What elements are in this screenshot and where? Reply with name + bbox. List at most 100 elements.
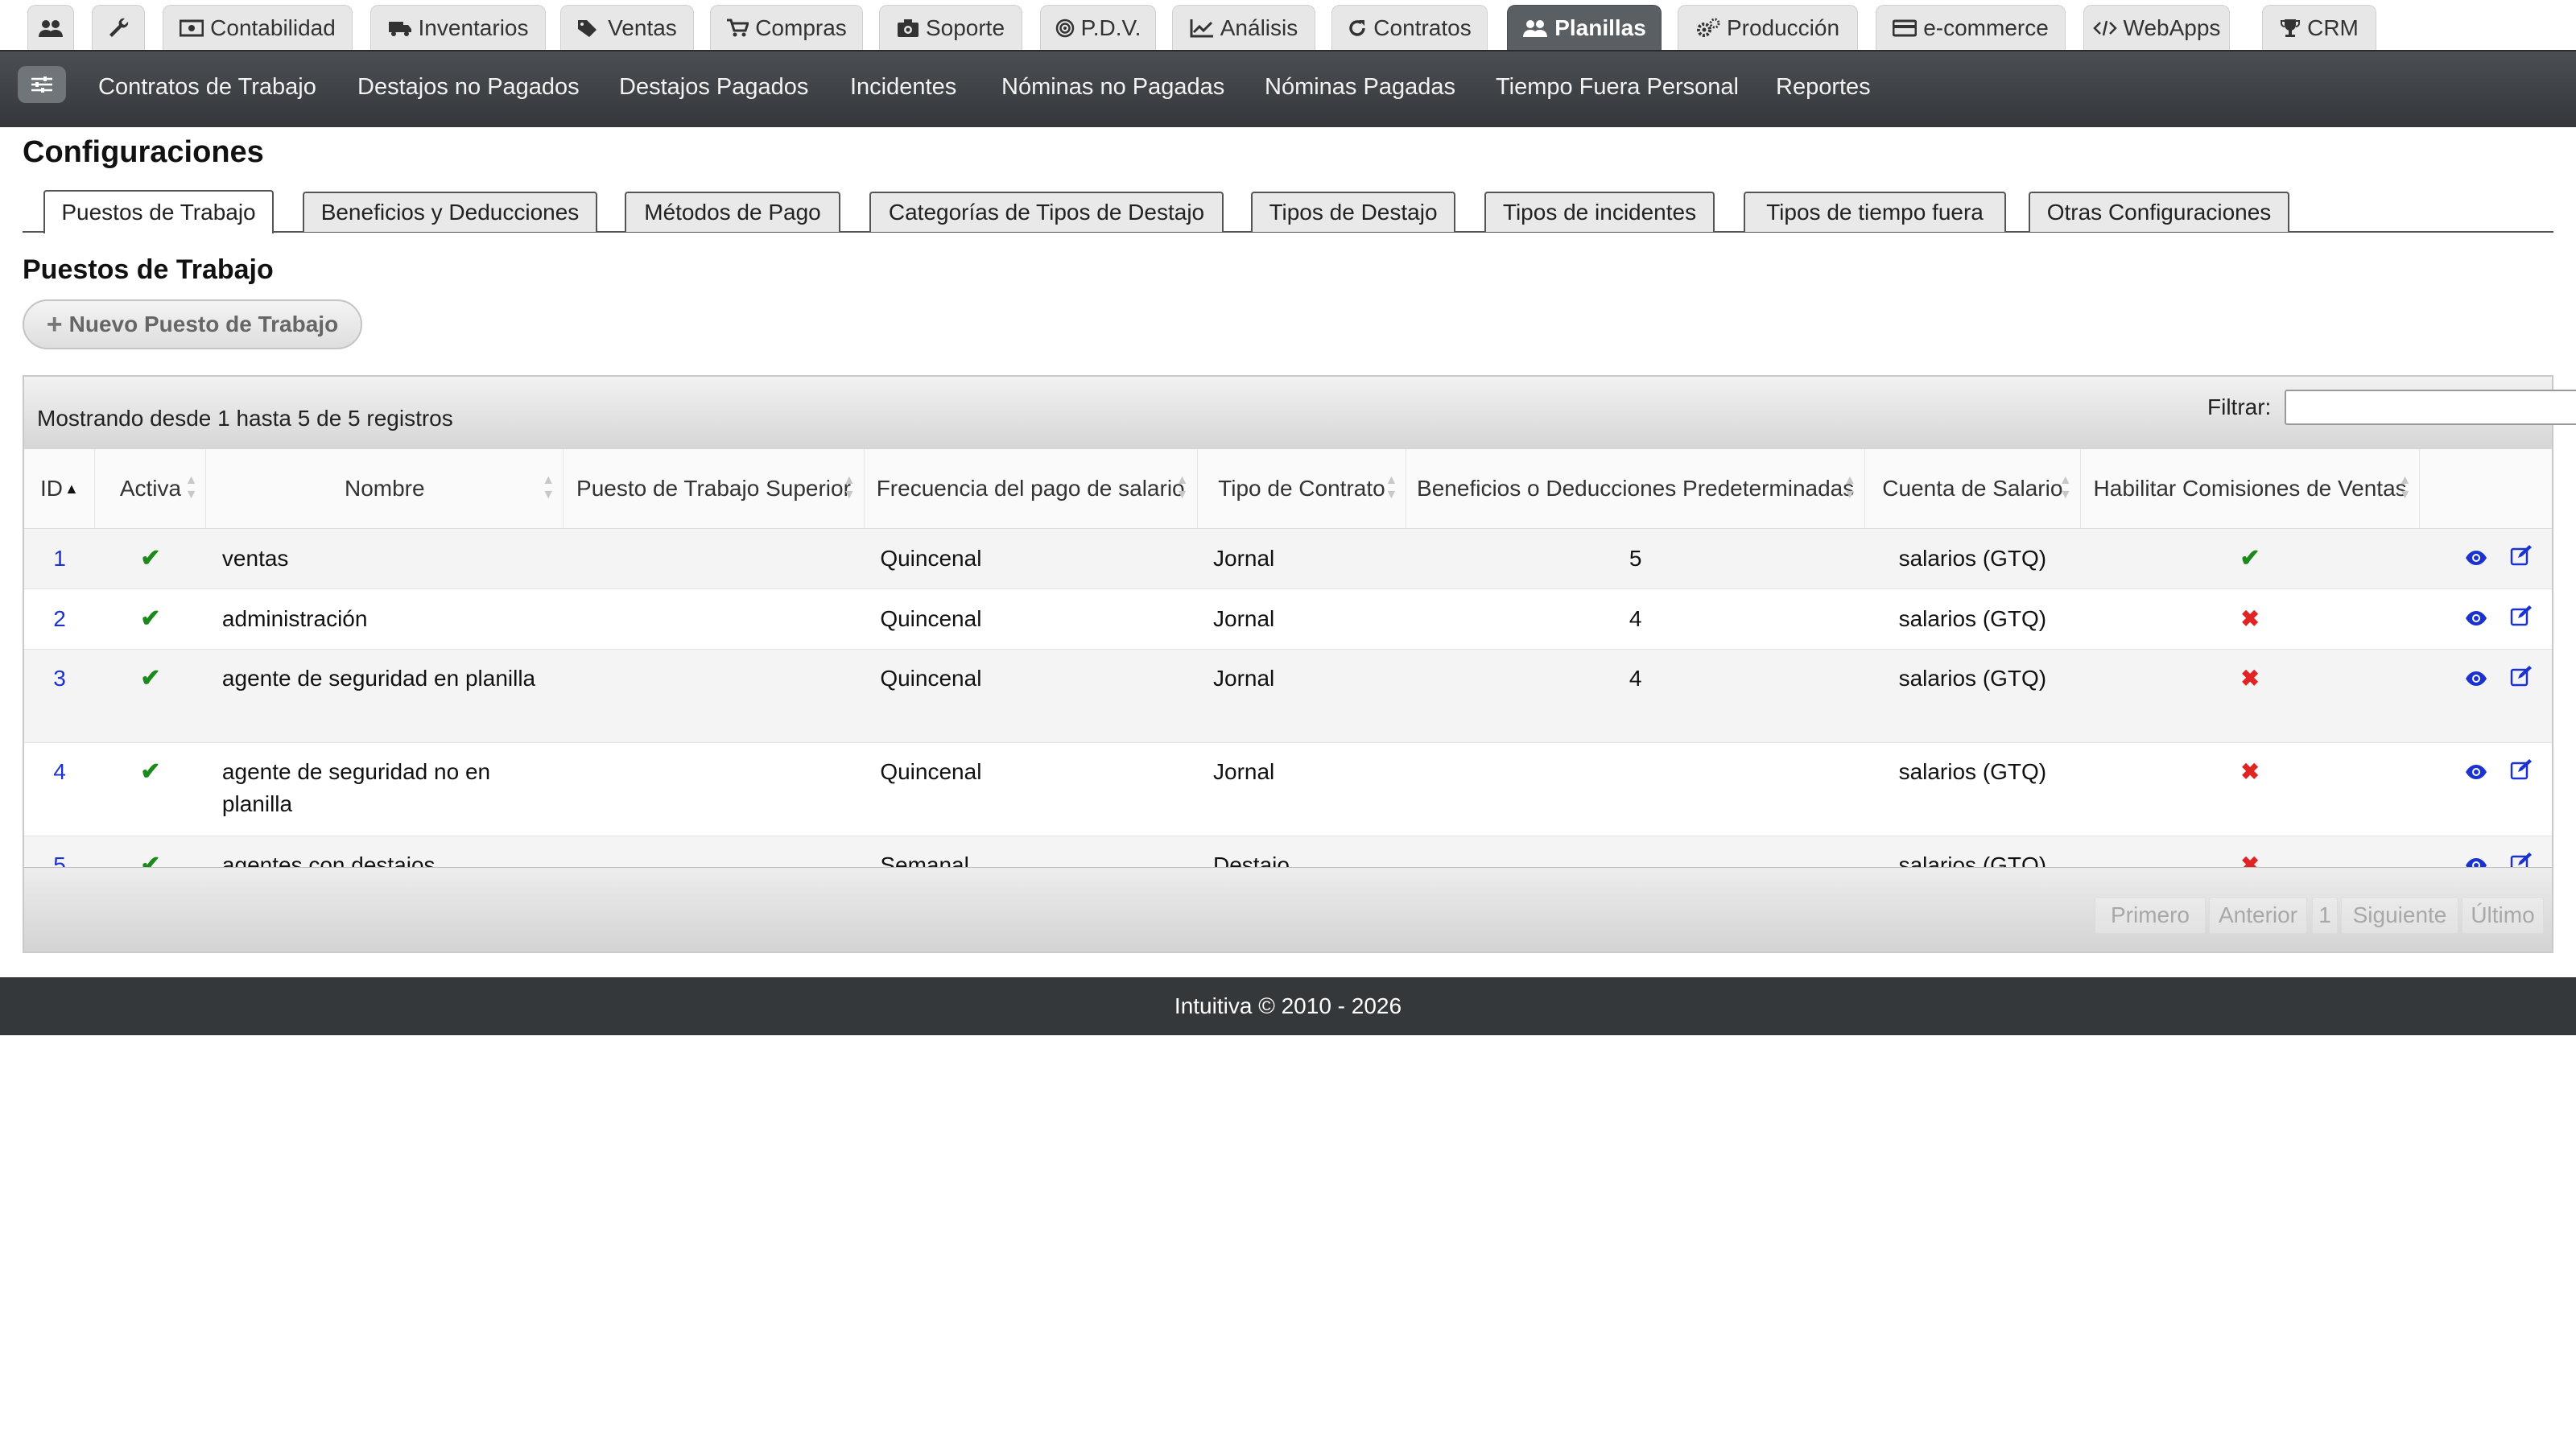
column-header-nombre[interactable]: Nombre ▲ ▼ xyxy=(205,449,564,529)
tab-categorias-tipos-destajo[interactable]: Categorías de Tipos de Destajo xyxy=(869,192,1224,232)
row-id-link[interactable]: 2 xyxy=(24,588,95,650)
column-header-actions xyxy=(2419,449,2552,529)
view-eye-icon[interactable] xyxy=(2465,663,2487,696)
module-tab-ventas[interactable]: Ventas xyxy=(560,5,694,50)
tab-tipos-de-incidentes[interactable]: Tipos de incidentes xyxy=(1484,192,1715,232)
module-tab-tools[interactable] xyxy=(92,5,145,50)
sort-icon: ▲ ▼ xyxy=(1385,473,1398,502)
cross-icon: ✖ xyxy=(2240,605,2260,631)
edit-icon[interactable] xyxy=(2510,757,2533,789)
contract-type: Jornal xyxy=(1197,742,1406,836)
module-tab-produccion[interactable]: Producción xyxy=(1678,5,1858,50)
tab-otras-configuraciones[interactable]: Otras Configuraciones xyxy=(2029,192,2289,232)
module-tab-crm[interactable]: CRM xyxy=(2262,5,2376,50)
pager-last-button[interactable]: Último xyxy=(2462,897,2544,934)
active-status: ✔ xyxy=(94,588,206,650)
edit-icon[interactable] xyxy=(2510,543,2533,575)
pay-frequency: Quincenal xyxy=(864,649,1198,743)
module-tab-users[interactable] xyxy=(27,5,74,50)
wrench-icon xyxy=(109,18,129,37)
filter-input[interactable] xyxy=(2285,390,2576,425)
tab-puestos-de-trabajo[interactable]: Puestos de Trabajo xyxy=(43,190,274,233)
module-tab-planillas[interactable]: Planillas xyxy=(1507,5,1662,50)
tab-tipos-de-tiempo-fuera[interactable]: Tipos de tiempo fuera xyxy=(1744,192,2006,232)
view-eye-icon[interactable] xyxy=(2465,757,2487,789)
commissions-status: ✔ xyxy=(2080,528,2420,589)
tab-beneficios-y-deducciones[interactable]: Beneficios y Deducciones xyxy=(303,192,597,232)
column-header-puesto-superior[interactable]: Puesto de Trabajo Superior ▲ ▼ xyxy=(563,449,865,529)
records-info: Mostrando desde 1 hasta 5 de 5 registros xyxy=(37,406,453,431)
module-label: CRM xyxy=(2307,14,2359,40)
sort-icon: ▲ ▼ xyxy=(842,473,856,502)
column-header-comisiones[interactable]: Habilitar Comisiones de Ventas ▲ ▼ xyxy=(2080,449,2421,529)
submenu-incidentes[interactable]: Incidentes xyxy=(850,74,956,101)
superior-position xyxy=(563,528,865,589)
module-tab-contabilidad[interactable]: Contabilidad xyxy=(163,5,353,50)
module-label: Soporte xyxy=(925,14,1005,40)
table-toolbar: Mostrando desde 1 hasta 5 de 5 registros… xyxy=(24,377,2576,450)
refresh-icon xyxy=(1349,19,1366,36)
sort-icon: ▲ ▼ xyxy=(542,473,555,502)
module-tab-compras[interactable]: Compras xyxy=(710,5,863,50)
table-row: 3 ✔ agente de seguridad en planilla Quincen… xyxy=(24,649,2552,743)
submenu-contratos-de-trabajo[interactable]: Contratos de Trabajo xyxy=(98,74,316,101)
users-icon xyxy=(39,19,63,37)
module-tab-soporte[interactable]: Soporte xyxy=(879,5,1022,50)
column-header-id[interactable]: ID ▲ xyxy=(24,449,96,529)
filter-label: Filtrar: xyxy=(2207,394,2272,419)
module-tab-inventarios[interactable]: Inventarios xyxy=(370,5,546,50)
module-tab-webapps[interactable]: WebApps xyxy=(2083,5,2230,50)
view-eye-icon[interactable] xyxy=(2465,543,2487,575)
support-icon xyxy=(897,19,919,37)
table-body: 1 ✔ ventas Quincenal Jornal 5 salarios (GTQ) ✔ 2… xyxy=(24,528,2552,898)
submenu-nominas-no-pagadas[interactable]: Nóminas no Pagadas xyxy=(1001,74,1224,101)
module-tab-contratos[interactable]: Contratos xyxy=(1331,5,1488,50)
edit-icon[interactable] xyxy=(2510,663,2533,696)
column-header-activa[interactable]: Activa ▲ ▼ xyxy=(94,449,207,529)
tab-metodos-de-pago[interactable]: Métodos de Pago xyxy=(625,192,840,232)
pager-next-button[interactable]: Siguiente xyxy=(2341,897,2458,934)
column-header-beneficios[interactable]: Beneficios o Deducciones Predeterminadas… xyxy=(1406,449,1865,529)
module-tab-analisis[interactable]: Análisis xyxy=(1172,5,1315,50)
module-tab-ecommerce[interactable]: e-commerce xyxy=(1876,5,2066,50)
commissions-status: ✖ xyxy=(2080,588,2420,650)
submenu-tiempo-fuera-personal[interactable]: Tiempo Fuera Personal xyxy=(1496,74,1739,101)
table-row: 1 ✔ ventas Quincenal Jornal 5 salarios (GTQ) ✔ xyxy=(24,528,2552,589)
pay-frequency: Quincenal xyxy=(864,742,1198,836)
column-header-frecuencia[interactable]: Frecuencia del pago de salario ▲ ▼ xyxy=(864,449,1198,529)
submenu-toggle-button[interactable] xyxy=(18,66,66,103)
cogs-icon xyxy=(1696,18,1720,37)
pager-page-1-button[interactable]: 1 xyxy=(2312,897,2338,934)
column-header-tipo-contrato[interactable]: Tipo de Contrato ▲ ▼ xyxy=(1197,449,1407,529)
submenu-destajos-no-pagados[interactable]: Destajos no Pagados xyxy=(357,74,580,101)
position-name: agente de seguridad en planilla xyxy=(205,649,564,743)
row-id-link[interactable]: 3 xyxy=(24,649,95,743)
default-benefits xyxy=(1406,742,1865,836)
submenu-reportes[interactable]: Reportes xyxy=(1776,74,1871,101)
salary-account: salarios (GTQ) xyxy=(1864,742,2081,836)
check-icon: ✔ xyxy=(2240,544,2260,572)
active-status: ✔ xyxy=(94,649,206,743)
submenu-destajos-pagados[interactable]: Destajos Pagados xyxy=(619,74,808,101)
plus-icon: + xyxy=(46,308,63,340)
submenu-nominas-pagadas[interactable]: Nóminas Pagadas xyxy=(1265,74,1455,101)
view-eye-icon[interactable] xyxy=(2465,603,2487,635)
money-icon xyxy=(180,19,204,36)
tags-icon xyxy=(578,19,597,37)
row-id-link[interactable]: 1 xyxy=(24,528,95,589)
card-icon xyxy=(1893,19,1918,36)
tab-tipos-de-destajo[interactable]: Tipos de Destajo xyxy=(1251,192,1455,232)
pager-first-button[interactable]: Primero xyxy=(2095,897,2206,934)
row-id-link[interactable]: 4 xyxy=(24,742,95,836)
column-header-cuenta-salario[interactable]: Cuenta de Salario ▲ ▼ xyxy=(1864,449,2081,529)
new-job-position-button[interactable]: + Nuevo Puesto de Trabajo xyxy=(23,299,362,349)
check-icon: ✔ xyxy=(140,758,161,785)
module-label: WebApps xyxy=(2123,14,2221,40)
active-status: ✔ xyxy=(94,742,206,836)
cross-icon: ✖ xyxy=(2240,665,2260,691)
pager-previous-button[interactable]: Anterior xyxy=(2209,897,2307,934)
module-label: Producción xyxy=(1726,14,1840,40)
edit-icon[interactable] xyxy=(2510,603,2533,635)
module-tab-pdv[interactable]: P.D.V. xyxy=(1040,5,1156,50)
sort-icon: ▲ ▼ xyxy=(1175,473,1189,502)
